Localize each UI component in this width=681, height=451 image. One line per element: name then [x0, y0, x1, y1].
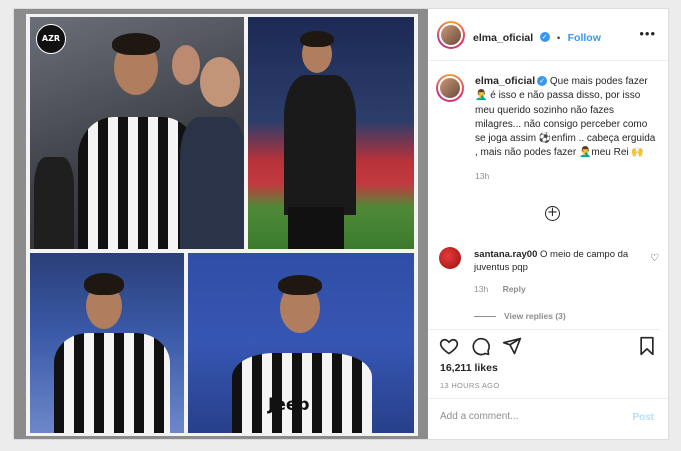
header-user: elma_oficial ✓ • Follow — [473, 28, 601, 46]
shirt-sponsor: Jeep — [268, 395, 310, 415]
reply-button[interactable]: Reply — [503, 284, 526, 294]
verified-badge-icon: ✓ — [539, 31, 550, 42]
caption-body: elma_oficial ✓ Que mais podes fazer 🤦‍♂️ … — [475, 74, 657, 183]
player-figure — [34, 157, 74, 249]
likes-count[interactable]: 16,211 likes — [440, 362, 498, 374]
heart-icon[interactable] — [439, 336, 459, 356]
verified-badge-icon: ✓ — [537, 76, 548, 87]
player-hair — [278, 275, 322, 295]
action-bar — [428, 329, 660, 360]
player-kit — [284, 75, 356, 215]
coach-head — [200, 57, 240, 107]
divider — [429, 61, 430, 439]
view-replies-label[interactable]: View replies (3) — [504, 311, 566, 321]
header-separator: • — [557, 33, 561, 43]
comment-username[interactable]: santana.ray00 — [474, 249, 537, 260]
view-replies-button[interactable]: View replies (3) — [474, 311, 566, 321]
comment-input[interactable] — [438, 410, 622, 423]
header-username[interactable]: elma_oficial — [473, 32, 533, 44]
more-options-icon[interactable]: ••• — [639, 26, 656, 41]
coach-suit — [180, 117, 244, 249]
player-hair — [84, 273, 124, 295]
caption-time[interactable]: 13h — [475, 169, 657, 183]
photo-bottom-left — [30, 253, 184, 433]
player-hair — [300, 31, 334, 47]
comment-meta: 13h Reply — [474, 284, 526, 294]
player-shorts — [288, 207, 344, 249]
comment-time[interactable]: 13h — [474, 284, 488, 294]
watermark-logo: AZR — [36, 24, 66, 54]
post-header: elma_oficial ✓ • Follow ••• — [429, 9, 668, 61]
caption-text: Que mais podes fazer 🤦‍♂️ é isso e não p… — [475, 76, 656, 159]
photo-top-left: AZR — [30, 17, 244, 249]
commenter-avatar[interactable] — [439, 247, 461, 269]
author-avatar[interactable] — [437, 21, 465, 49]
comment-like-icon[interactable]: ♡ — [650, 253, 659, 264]
save-icon[interactable] — [637, 336, 657, 356]
post-timestamp[interactable]: 13 HOURS AGO — [440, 381, 499, 390]
post-comment-button[interactable]: Post — [632, 412, 654, 423]
photo-bottom-right: Jeep — [188, 253, 414, 433]
comment-body: santana.ray00 O meio de campo da juventu… — [474, 248, 639, 274]
photo-collage: AZR Jeep — [26, 14, 418, 436]
player-kit — [54, 333, 170, 433]
share-icon[interactable] — [502, 336, 522, 356]
instagram-post-window: AZR Jeep elma_oficial ✓ • Follow ••• — [13, 8, 669, 440]
player-hair — [112, 33, 160, 55]
player-kit — [232, 353, 372, 433]
photo-top-right — [248, 17, 414, 249]
teammate-head — [172, 45, 200, 85]
caption-username[interactable]: elma_oficial — [475, 75, 535, 87]
follow-button[interactable]: Follow — [568, 32, 601, 44]
caption-avatar[interactable] — [436, 74, 464, 102]
replies-dash — [474, 316, 496, 318]
comment-icon[interactable] — [471, 336, 491, 356]
post-media[interactable]: AZR Jeep — [14, 9, 428, 439]
add-comment-bar: Post — [428, 398, 668, 439]
plus-circle-icon[interactable]: + — [545, 206, 560, 221]
